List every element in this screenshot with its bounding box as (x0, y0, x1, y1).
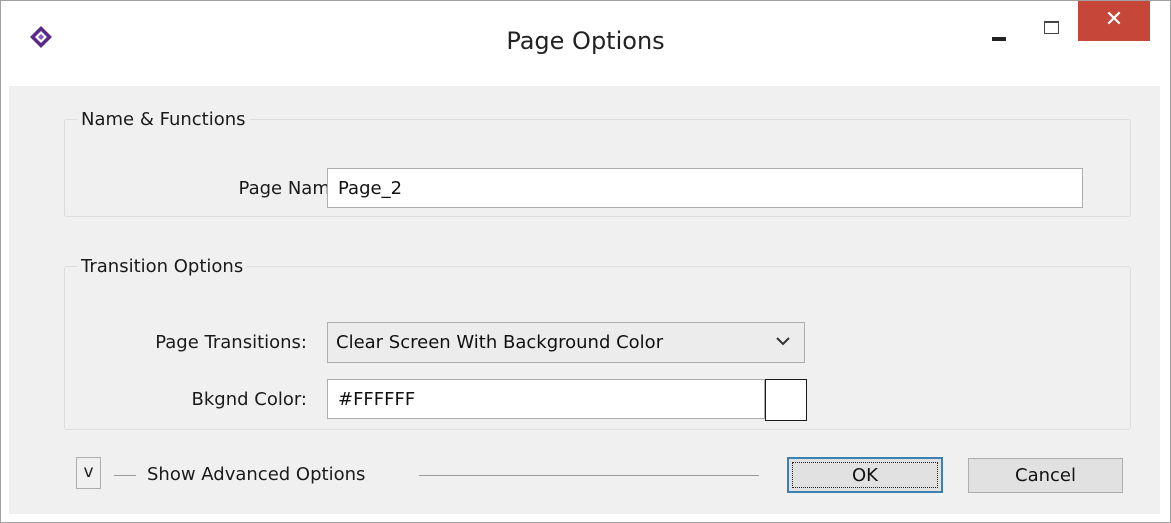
chevron-down-icon (776, 337, 790, 346)
ok-focus-rect (792, 462, 938, 488)
color-swatch[interactable] (765, 379, 807, 421)
page-transitions-value: Clear Screen With Background Color (336, 332, 664, 353)
show-advanced-label: Show Advanced Options (147, 464, 366, 485)
page-options-window: Page Options ✕ Name & Functions Page Nam… (0, 0, 1171, 523)
bkgnd-color-input[interactable]: #FFFFFF (327, 379, 765, 419)
name-functions-group: Name & Functions Page Name: Page_2 (64, 109, 1131, 217)
page-transitions-select[interactable]: Clear Screen With Background Color (327, 322, 805, 363)
advanced-divider-left (114, 475, 136, 476)
bkgnd-color-label: Bkgnd Color: (191, 389, 308, 410)
page-transitions-label: Page Transitions: (155, 332, 307, 353)
advanced-divider-right (419, 475, 759, 476)
ok-button[interactable]: OK (787, 457, 943, 493)
transition-options-group: Transition Options Page Transitions: Cle… (64, 256, 1131, 430)
advanced-toggle-button[interactable]: v (76, 457, 101, 489)
page-name-input[interactable]: Page_2 (327, 168, 1083, 208)
page-name-label: Page Name: (238, 178, 347, 199)
transition-options-legend: Transition Options (81, 256, 244, 277)
title-bar[interactable]: Page Options ✕ (1, 1, 1170, 86)
close-icon[interactable]: ✕ (1078, 1, 1150, 41)
maximize-icon[interactable] (1038, 9, 1066, 37)
cancel-label: Cancel (1015, 465, 1076, 486)
cancel-button[interactable]: Cancel (968, 458, 1123, 493)
minimize-icon[interactable] (986, 11, 1016, 41)
name-functions-legend: Name & Functions (81, 109, 246, 130)
dialog-body: Name & Functions Page Name: Page_2 Trans… (9, 86, 1160, 514)
